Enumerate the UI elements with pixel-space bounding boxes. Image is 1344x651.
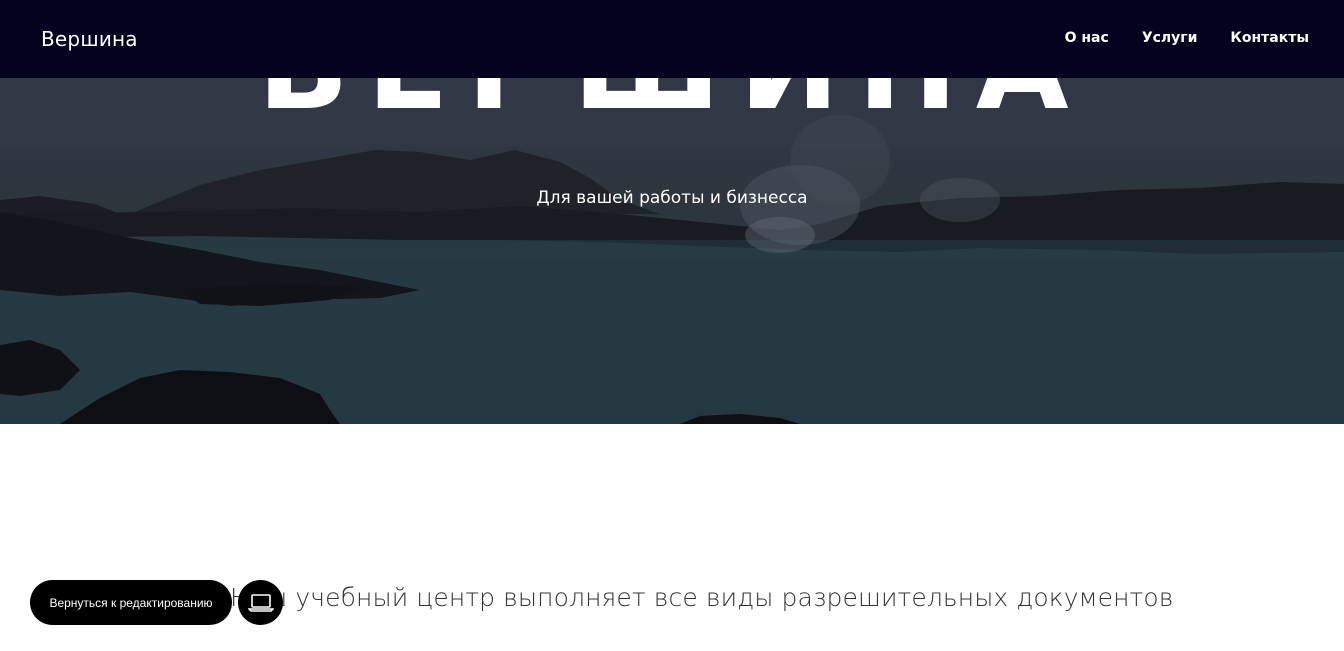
back-to-editing-button[interactable]: Вернуться к редактированию xyxy=(30,580,232,625)
laptop-icon xyxy=(247,593,274,612)
site-logo[interactable]: Вершина xyxy=(41,27,138,51)
main-nav: О нас Услуги Контакты xyxy=(1065,30,1309,46)
nav-link-services[interactable]: Услуги xyxy=(1142,30,1198,46)
hero-subtitle: Для вашей работы и бизнесса xyxy=(536,188,808,208)
site-header: Вершина О нас Услуги Контакты xyxy=(0,0,1344,78)
nav-link-contacts[interactable]: Контакты xyxy=(1230,30,1309,46)
nav-link-about[interactable]: О нас xyxy=(1065,30,1109,46)
intro-text: Наш учебный центр выполняет все виды раз… xyxy=(230,583,1174,612)
device-preview-button[interactable] xyxy=(238,580,283,625)
page: ВЕРШИНА Для вашей работы и бизнесса Верш… xyxy=(0,0,1344,651)
